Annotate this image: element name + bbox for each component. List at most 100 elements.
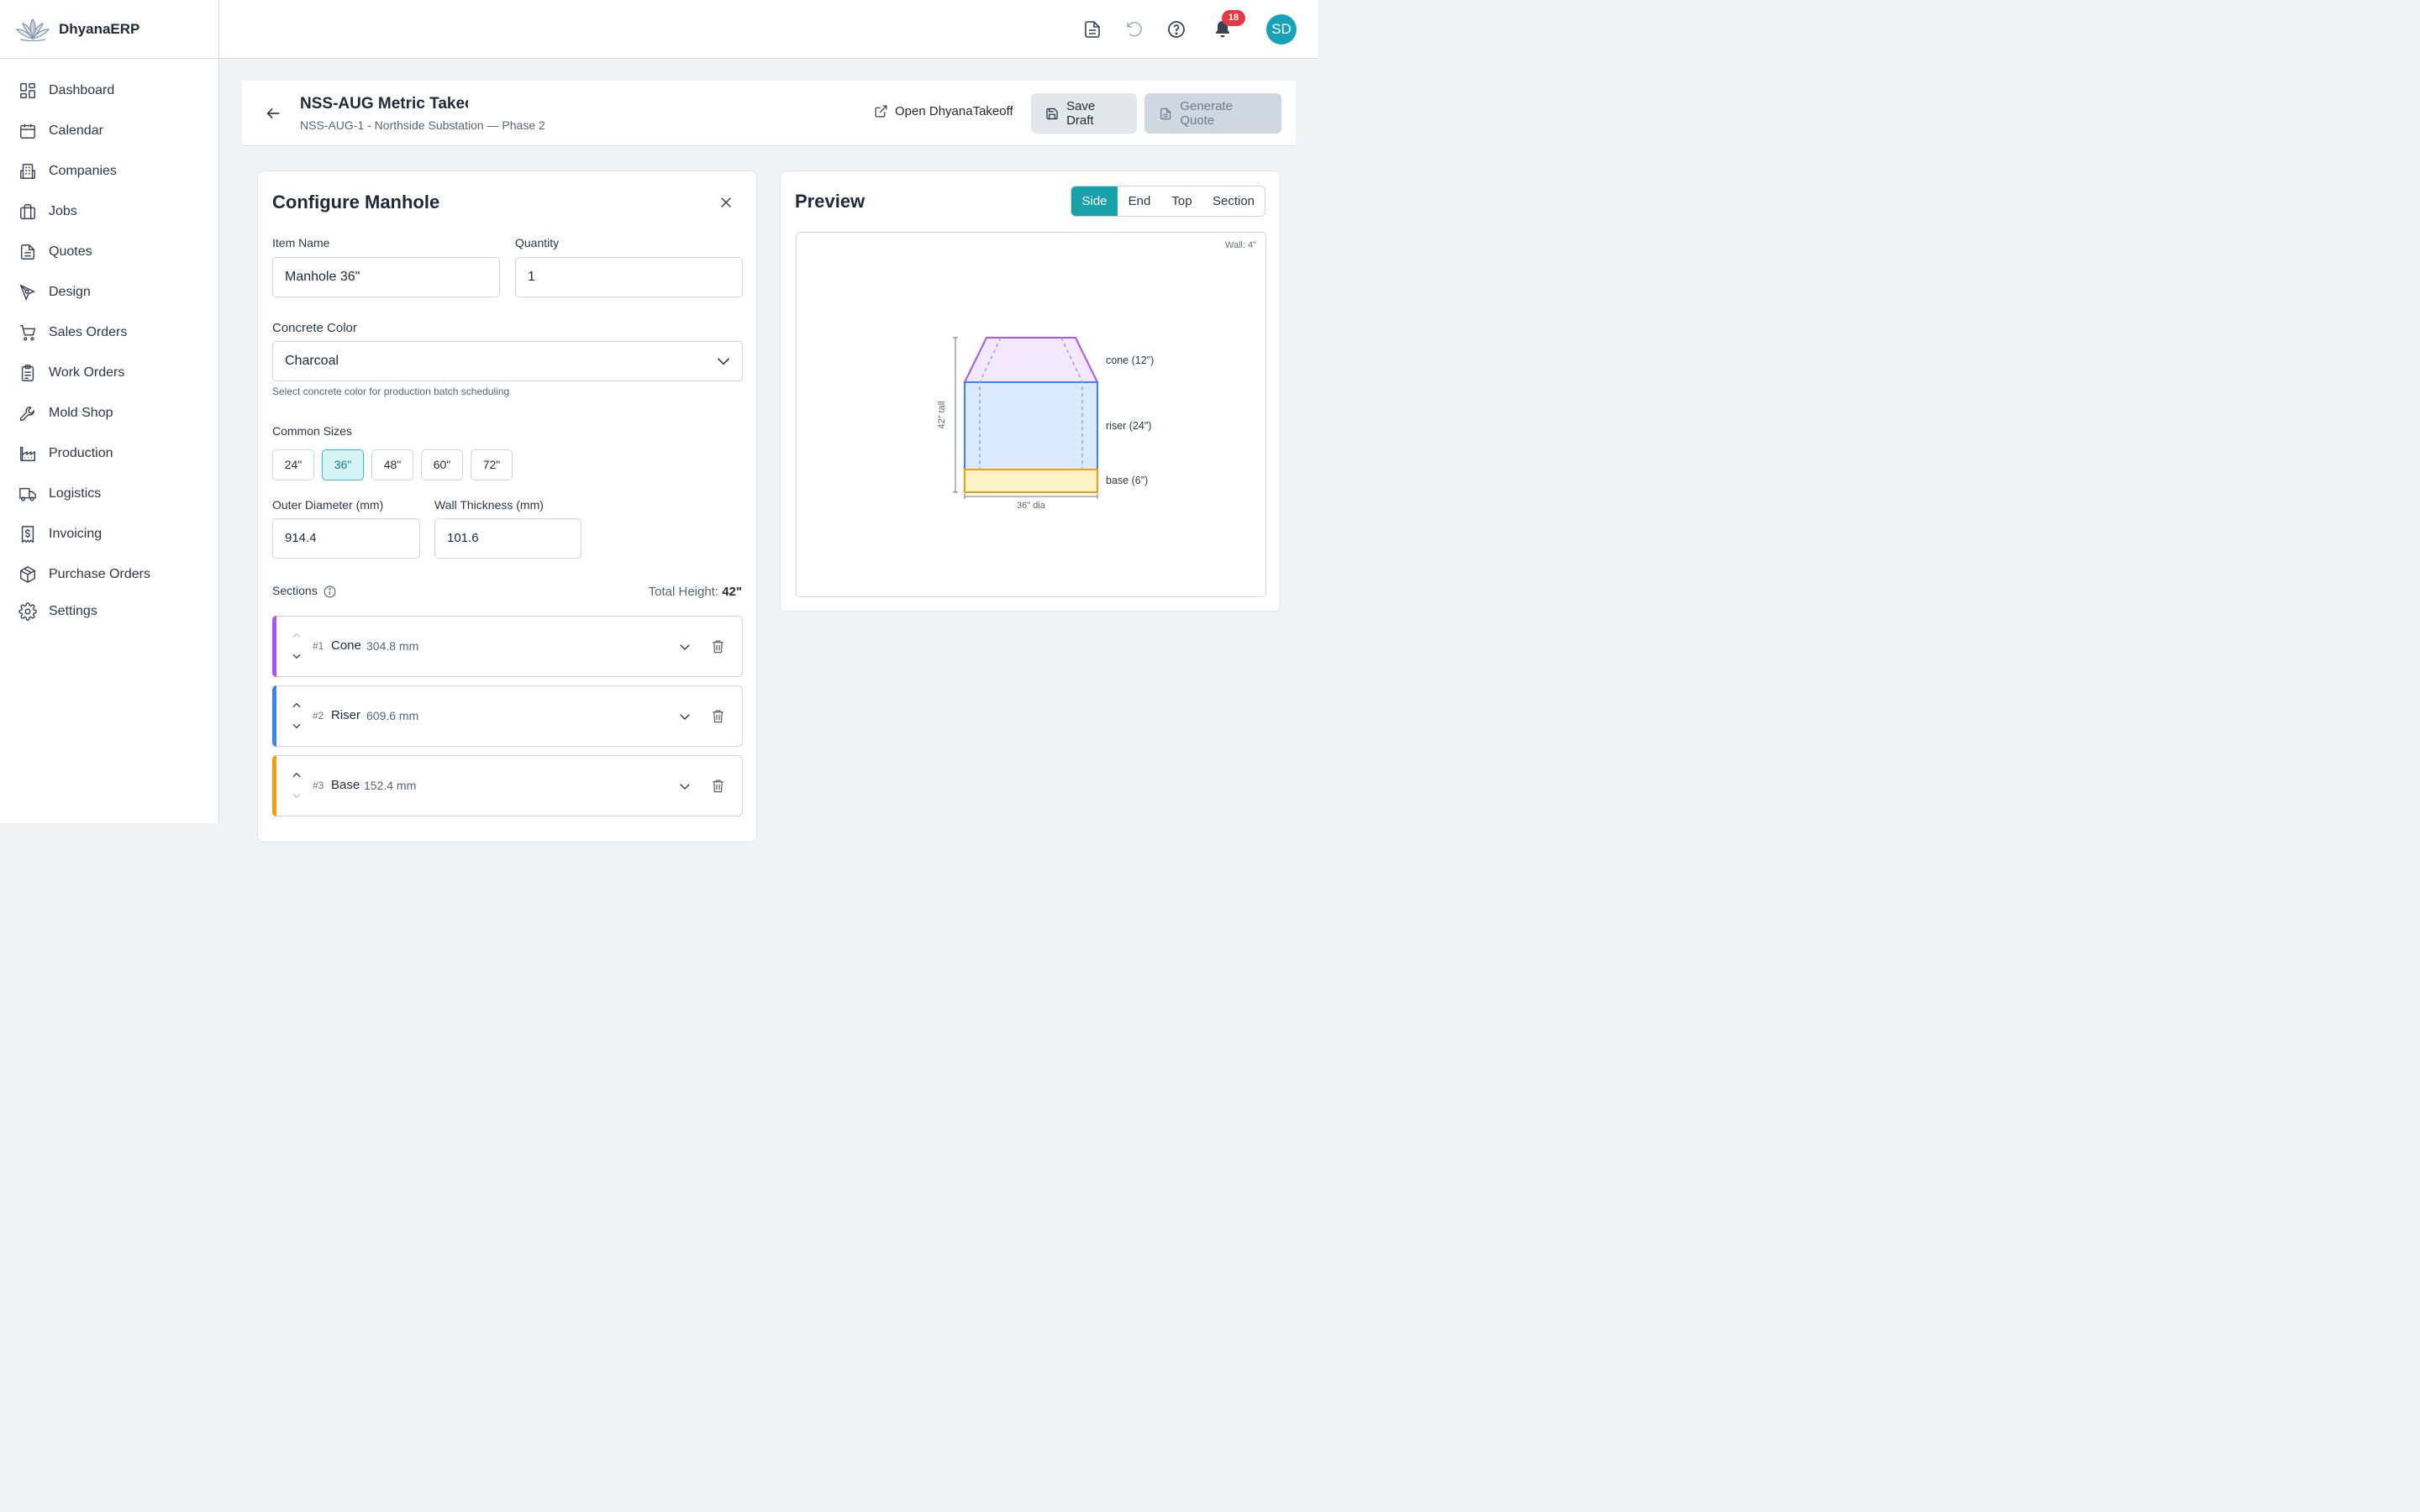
sidebar-item-production[interactable]: Production <box>0 433 218 474</box>
move-up-icon[interactable] <box>291 630 302 642</box>
save-draft-button[interactable]: Save Draft <box>1031 93 1137 134</box>
lotus-logo-icon <box>15 18 50 41</box>
sidebar-item-quotes[interactable]: Quotes <box>0 232 218 272</box>
view-toggle: Side End Top Section <box>1071 186 1265 217</box>
view-tab-side[interactable]: Side <box>1071 186 1118 216</box>
dashboard-icon <box>20 83 35 98</box>
generate-quote-label: Generate Quote <box>1180 99 1233 128</box>
expand-chevron-icon[interactable] <box>677 639 692 654</box>
truck-icon <box>19 487 36 501</box>
concrete-color-select[interactable]: Charcoal <box>272 341 743 381</box>
briefcase-icon <box>20 204 35 219</box>
trash-icon[interactable] <box>710 638 726 654</box>
calendar-icon <box>20 123 35 139</box>
sidebar-item-purchase-orders[interactable]: Purchase Orders <box>0 554 218 595</box>
quantity-input[interactable]: 1 <box>515 257 743 297</box>
total-height-value: 42" <box>722 585 742 599</box>
expand-chevron-icon[interactable] <box>677 709 692 724</box>
sidebar-item-invoicing[interactable]: Invoicing <box>0 514 218 554</box>
sidebar-item-logistics[interactable]: Logistics <box>0 474 218 514</box>
help-icon[interactable] <box>1166 19 1186 39</box>
riser-section-shape <box>964 381 1098 470</box>
sidebar-item-label: Mold Shop <box>49 406 113 420</box>
outer-diameter-input[interactable]: 914.4 <box>272 518 420 559</box>
base-label: base (6") <box>1106 475 1148 486</box>
view-tab-section[interactable]: Section <box>1202 186 1265 216</box>
sidebar-item-companies[interactable]: Companies <box>0 151 218 192</box>
trash-icon[interactable] <box>710 778 726 794</box>
generate-quote-button[interactable]: Generate Quote <box>1144 93 1281 134</box>
sidebar-item-mold-shop[interactable]: Mold Shop <box>0 393 218 433</box>
height-label: 42" tall <box>937 401 947 428</box>
sidebar-item-design[interactable]: Design <box>0 272 218 312</box>
clipboard-icon <box>21 365 34 381</box>
item-name-label: Item Name <box>272 236 330 249</box>
sidebar-item-label: Calendar <box>49 123 103 138</box>
document-icon <box>1160 108 1171 119</box>
view-tab-end[interactable]: End <box>1118 186 1161 216</box>
move-down-icon[interactable] <box>291 650 302 662</box>
open-takeoff-link[interactable]: Open DhyanaTakeoff <box>874 104 1013 118</box>
move-down-icon[interactable] <box>291 790 302 801</box>
package-icon <box>20 565 35 584</box>
item-name-input[interactable]: Manhole 36" <box>272 257 500 297</box>
sidebar-item-label: Quotes <box>49 244 92 259</box>
section-color-bar <box>272 616 276 677</box>
close-icon[interactable] <box>718 195 734 210</box>
sidebar-item-calendar[interactable]: Calendar <box>0 111 218 151</box>
sidebar-item-label: Logistics <box>49 486 102 501</box>
view-tab-top[interactable]: Top <box>1161 186 1202 216</box>
page-title: NSS-AUG Metric Takeoff <box>300 95 468 113</box>
size-chip-60[interactable]: 60" <box>421 449 463 480</box>
sidebar-item-sales-orders[interactable]: Sales Orders <box>0 312 218 353</box>
cart-icon <box>19 325 36 341</box>
size-chip-36[interactable]: 36" <box>322 449 364 480</box>
size-chip-24[interactable]: 24" <box>272 449 314 480</box>
sidebar-item-jobs[interactable]: Jobs <box>0 192 218 232</box>
avatar[interactable]: SD <box>1266 14 1297 45</box>
move-down-icon[interactable] <box>291 720 302 732</box>
common-sizes-label: Common Sizes <box>272 424 352 438</box>
external-link-icon <box>875 105 887 118</box>
sidebar-nav: Dashboard Calendar Companies Jobs Quotes… <box>0 59 218 628</box>
section-color-bar <box>272 755 276 816</box>
base-section-shape <box>964 469 1098 493</box>
brand[interactable]: DhyanaERP <box>0 0 218 59</box>
section-row-cone[interactable]: #1 Cone 304.8 mm <box>272 616 743 677</box>
trash-icon[interactable] <box>710 708 726 724</box>
save-icon <box>1046 108 1058 119</box>
brand-name: DhyanaERP <box>59 20 140 37</box>
concrete-color-hint: Select concrete color for production bat… <box>272 386 510 397</box>
sidebar-item-settings[interactable]: Settings <box>0 595 218 628</box>
quantity-label: Quantity <box>515 236 560 249</box>
size-chip-72[interactable]: 72" <box>471 449 513 480</box>
sidebar-item-label: Jobs <box>49 204 77 218</box>
move-up-icon[interactable] <box>291 700 302 711</box>
sidebar-item-work-orders[interactable]: Work Orders <box>0 353 218 393</box>
section-row-base[interactable]: #3 Base 152.4 mm <box>272 755 743 816</box>
size-chip-48[interactable]: 48" <box>371 449 413 480</box>
concrete-color-label: Concrete Color <box>272 321 357 335</box>
cone-section-shape <box>963 337 1099 383</box>
move-up-icon[interactable] <box>291 769 302 781</box>
wall-thickness-label: Wall Thickness (mm) <box>434 498 544 512</box>
expand-chevron-icon[interactable] <box>677 779 692 794</box>
sections-label: Sections <box>272 584 318 597</box>
building-icon <box>20 164 35 179</box>
sidebar-item-label: Companies <box>49 164 117 178</box>
document-icon[interactable] <box>1082 19 1102 39</box>
sidebar-item-label: Work Orders <box>49 365 125 380</box>
document-icon <box>20 244 35 260</box>
section-size: 609.6 mm <box>366 709 419 722</box>
sidebar-item-dashboard[interactable]: Dashboard <box>0 71 218 111</box>
undo-icon[interactable] <box>1124 19 1144 39</box>
section-name: Cone <box>331 638 361 653</box>
diameter-dimension-line <box>964 494 1098 499</box>
wall-thickness-input[interactable]: 101.6 <box>434 518 581 559</box>
section-row-riser[interactable]: #2 Riser 609.6 mm <box>272 685 743 747</box>
back-arrow-icon[interactable] <box>264 104 282 123</box>
outer-diameter-label: Outer Diameter (mm) <box>272 498 384 512</box>
info-icon[interactable] <box>323 585 337 599</box>
configure-manhole-card: Configure Manhole Item Name Manhole 36" … <box>257 171 757 843</box>
sidebar-item-label: Design <box>49 285 91 299</box>
